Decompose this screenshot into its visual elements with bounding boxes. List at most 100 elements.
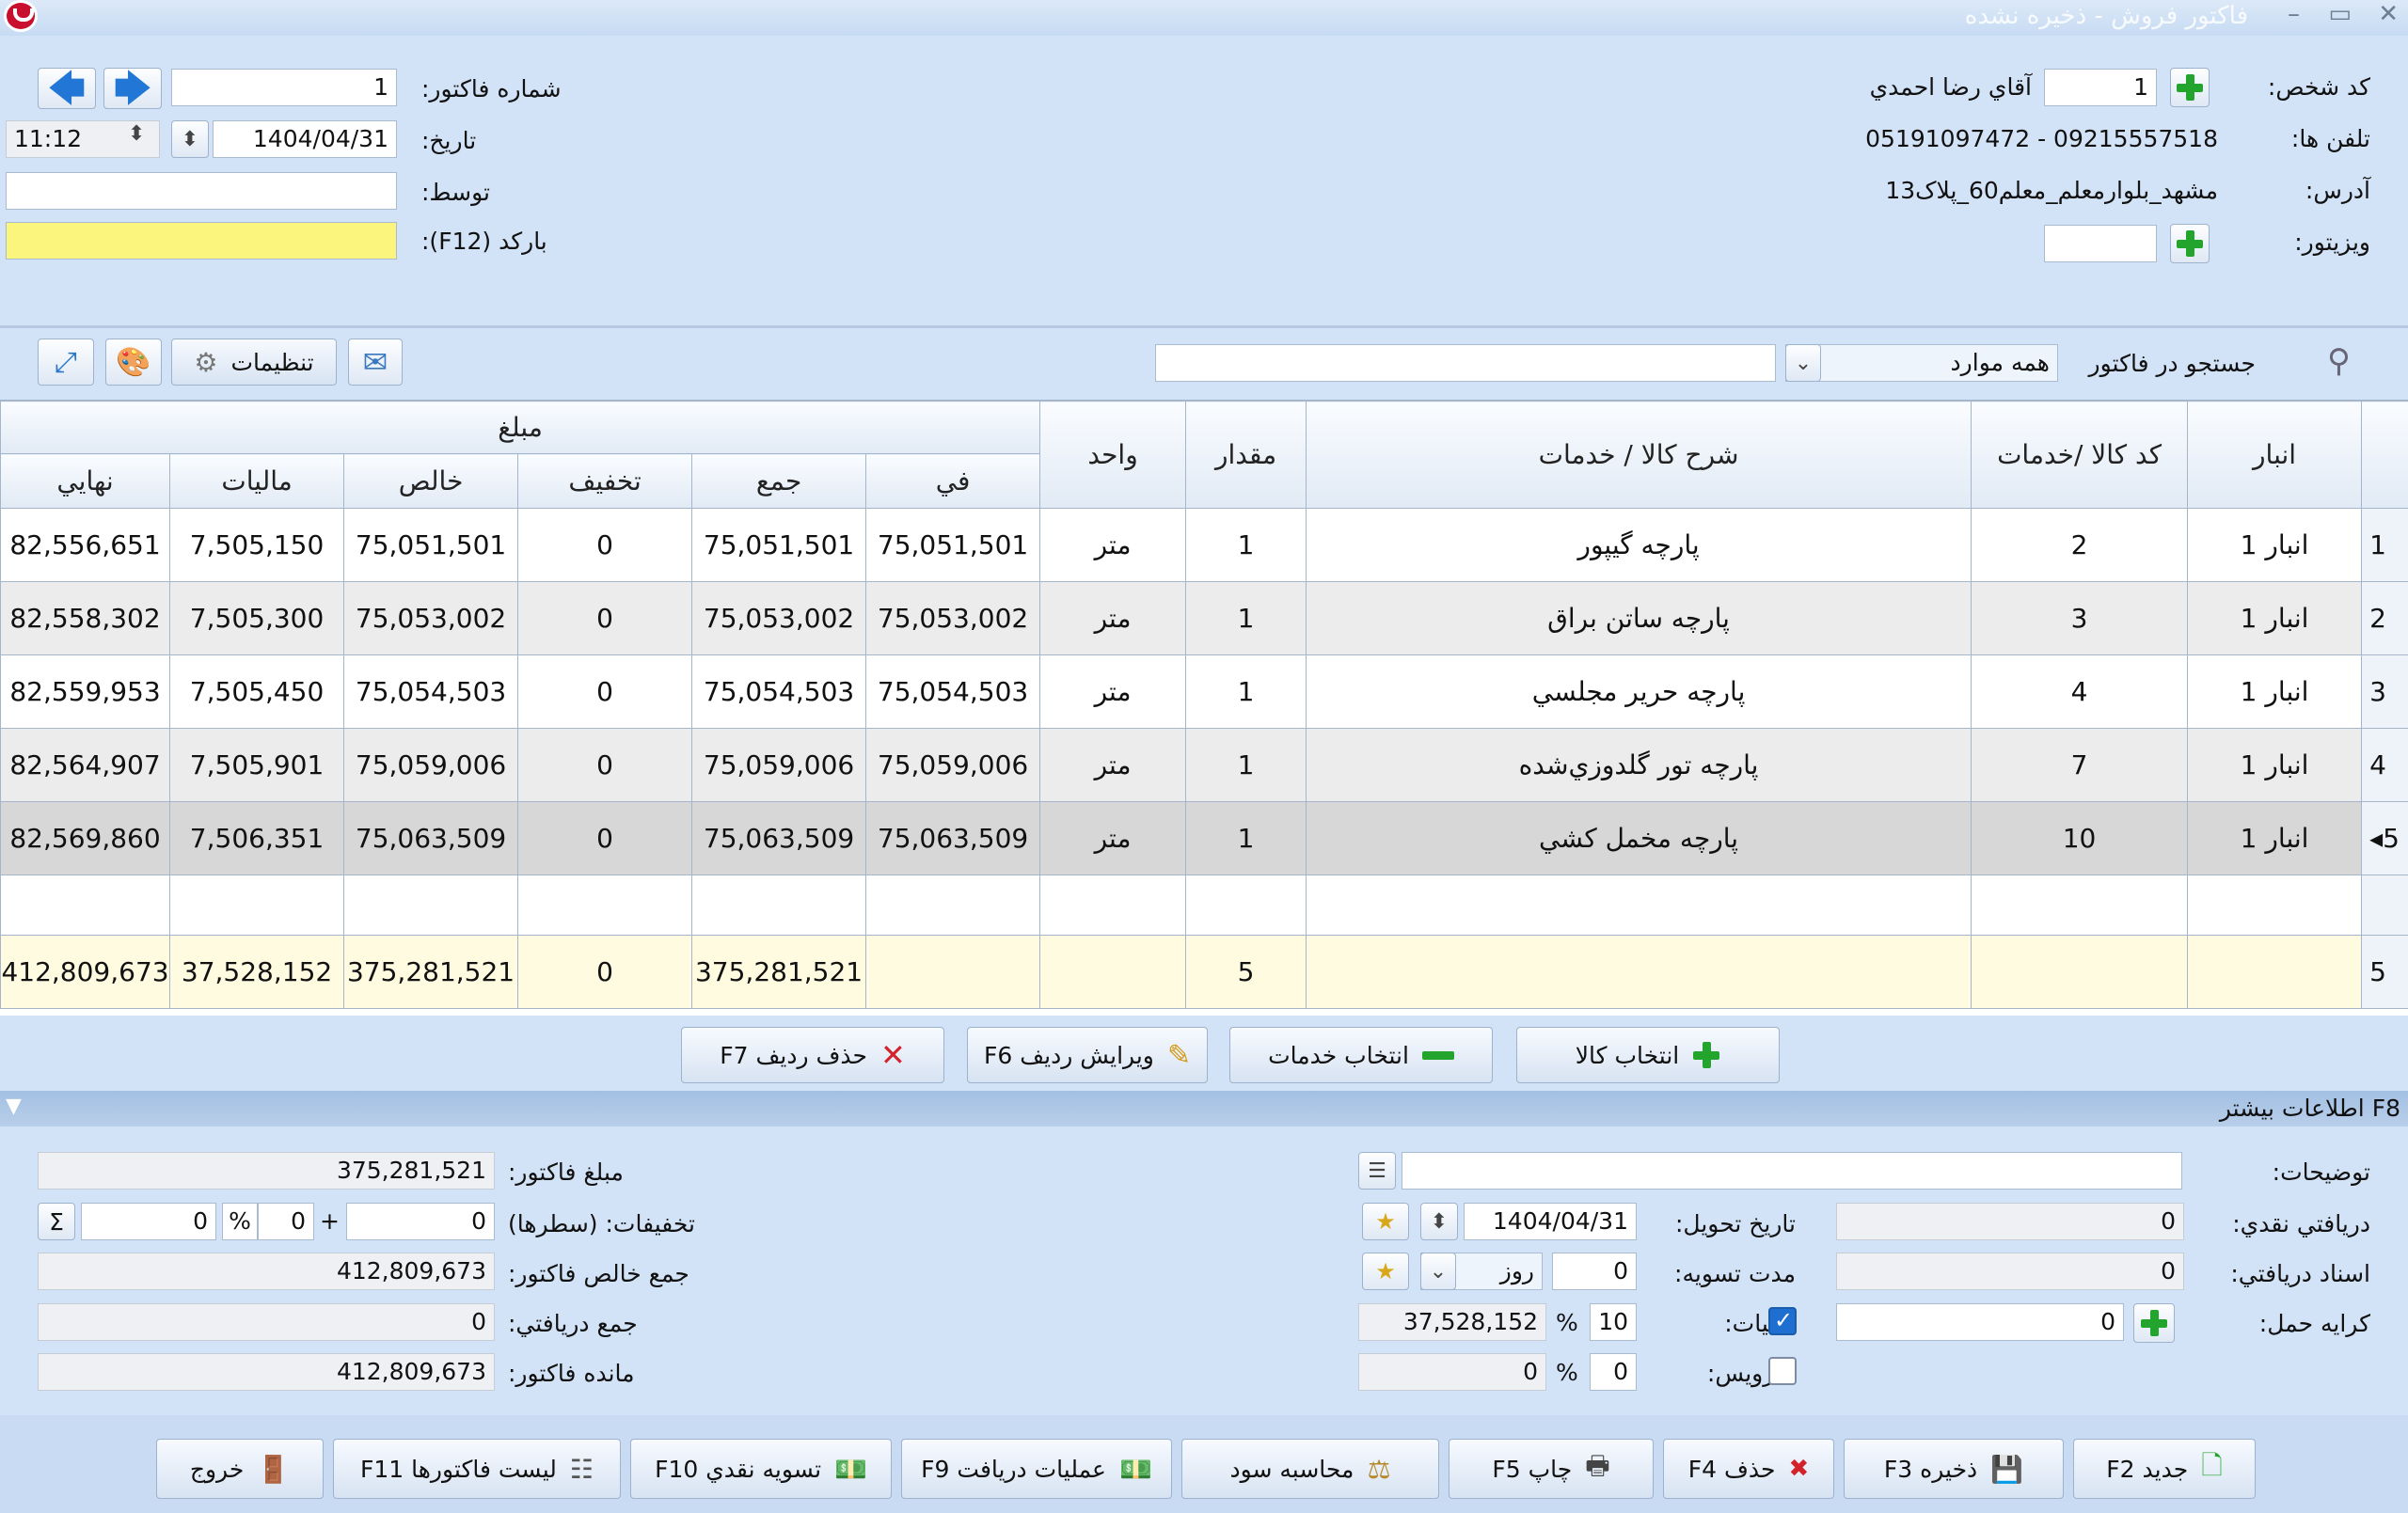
notes-field[interactable] bbox=[1402, 1152, 2182, 1190]
quantity-cell[interactable]: 1 bbox=[1185, 581, 1307, 655]
code-cell[interactable]: 2 bbox=[1971, 508, 2189, 582]
invoice-list-button[interactable]: ☷ لیست فاکتورها F11 bbox=[333, 1439, 621, 1499]
final-header[interactable]: نهايي bbox=[0, 453, 171, 509]
final-cell[interactable]: 82,559,953 bbox=[0, 654, 171, 729]
search-input[interactable] bbox=[1155, 344, 1776, 382]
tax-cell[interactable]: 7,505,300 bbox=[169, 581, 345, 655]
sum-cell[interactable]: 75,051,501 bbox=[691, 508, 867, 582]
sum-cell[interactable]: 75,053,002 bbox=[691, 581, 867, 655]
unit-cell[interactable]: متر bbox=[1039, 581, 1187, 655]
description-cell[interactable]: پارچه ساتن براق bbox=[1306, 581, 1972, 655]
row-number[interactable]: 2 bbox=[2361, 581, 2408, 655]
discount-cell[interactable]: 0 bbox=[517, 508, 693, 582]
settle-period-field[interactable]: 0 bbox=[1552, 1253, 1637, 1290]
tax-percent-field[interactable]: 10 bbox=[1590, 1303, 1637, 1341]
empty-cell[interactable] bbox=[1971, 875, 2189, 936]
cash-received-field[interactable]: 0 bbox=[1836, 1203, 2184, 1240]
new-invoice-button[interactable]: 🗋 جدید F2 bbox=[2073, 1439, 2256, 1499]
description-cell[interactable]: پارچه گیپور bbox=[1306, 508, 1972, 582]
unit-price-cell[interactable]: 75,053,002 bbox=[865, 581, 1041, 655]
empty-cell[interactable] bbox=[169, 875, 345, 936]
discount-cell[interactable]: 0 bbox=[517, 581, 693, 655]
description-cell[interactable]: پارچه تور گلدوزي‌شده bbox=[1306, 728, 1972, 802]
previous-invoice-button[interactable]: 🡄 bbox=[38, 68, 96, 109]
add-visitor-button[interactable] bbox=[2170, 224, 2210, 263]
sum-header[interactable]: جمع bbox=[691, 453, 867, 509]
barcode-input[interactable] bbox=[6, 222, 397, 260]
description-cell[interactable]: پارچه مخمل کشي bbox=[1306, 801, 1972, 875]
quantity-cell[interactable]: 1 bbox=[1185, 728, 1307, 802]
description-cell[interactable]: پارچه حریر مجلسي bbox=[1306, 654, 1972, 729]
save-button[interactable]: 💾 ذخیره F3 bbox=[1844, 1439, 2064, 1499]
unit-cell[interactable]: متر bbox=[1039, 508, 1187, 582]
date-spinner[interactable]: ⬍ bbox=[171, 120, 209, 158]
unit-price-cell[interactable]: 75,063,509 bbox=[865, 801, 1041, 875]
select-services-button[interactable]: انتخاب خدمات bbox=[1229, 1027, 1493, 1083]
tax-checkbox[interactable] bbox=[1768, 1307, 1797, 1335]
discount-percent-field[interactable]: 0 bbox=[258, 1203, 314, 1240]
empty-cell[interactable] bbox=[865, 875, 1041, 936]
tax-cell[interactable]: 7,505,901 bbox=[169, 728, 345, 802]
docs-received-field[interactable]: 0 bbox=[1836, 1253, 2184, 1290]
invoice-number-field[interactable]: 1 bbox=[171, 69, 397, 106]
empty-cell[interactable] bbox=[2361, 875, 2408, 936]
shipping-field[interactable]: 0 bbox=[1836, 1303, 2124, 1341]
close-button[interactable]: ✕ bbox=[2378, 0, 2399, 28]
final-cell[interactable]: 82,556,651 bbox=[0, 508, 171, 582]
net-cell[interactable]: 75,059,006 bbox=[343, 728, 519, 802]
discount-extra-field[interactable]: 0 bbox=[81, 1203, 216, 1240]
net-cell[interactable]: 75,053,002 bbox=[343, 581, 519, 655]
sum-cell[interactable]: 75,063,509 bbox=[691, 801, 867, 875]
sum-cell[interactable]: 75,059,006 bbox=[691, 728, 867, 802]
tax-cell[interactable]: 7,506,351 bbox=[169, 801, 345, 875]
net-cell[interactable]: 75,063,509 bbox=[343, 801, 519, 875]
visitor-field[interactable] bbox=[2044, 225, 2157, 262]
unit-price-header[interactable]: في bbox=[865, 453, 1041, 509]
settle-calendar-button[interactable]: ★ bbox=[1362, 1253, 1409, 1290]
code-cell[interactable]: 3 bbox=[1971, 581, 2189, 655]
edit-row-button[interactable]: ✎ ویرایش ردیف F6 bbox=[967, 1027, 1208, 1083]
service-percent-field[interactable]: 0 bbox=[1590, 1353, 1637, 1391]
discount-cell[interactable]: 0 bbox=[517, 728, 693, 802]
description-header[interactable]: شرح کالا / خدمات bbox=[1306, 401, 1972, 509]
unit-price-cell[interactable]: 75,059,006 bbox=[865, 728, 1041, 802]
restore-button[interactable]: ▭ bbox=[2328, 0, 2352, 28]
code-cell[interactable]: 7 bbox=[1971, 728, 2189, 802]
delivery-calendar-button[interactable]: ★ bbox=[1362, 1203, 1409, 1240]
row-number[interactable]: 1 bbox=[2361, 508, 2408, 582]
search-icon[interactable]: ⚲ bbox=[2327, 342, 2351, 380]
warehouse-cell[interactable]: انبار 1 bbox=[2187, 801, 2363, 875]
email-button[interactable]: ✉ bbox=[348, 339, 403, 386]
profit-calc-button[interactable]: ⚖ محاسبه سود bbox=[1181, 1439, 1439, 1499]
sum-discounts-button[interactable]: Σ bbox=[38, 1203, 75, 1240]
cash-settle-button[interactable]: 💵 تسویه نقدي F10 bbox=[630, 1439, 892, 1499]
service-checkbox[interactable] bbox=[1768, 1357, 1797, 1385]
exit-button[interactable]: 🚪 خروج bbox=[156, 1439, 324, 1499]
warehouse-cell[interactable]: انبار 1 bbox=[2187, 654, 2363, 729]
unit-header[interactable]: واحد bbox=[1039, 401, 1187, 509]
delete-row-button[interactable]: ✕ حذف ردیف F7 bbox=[681, 1027, 944, 1083]
table-row[interactable]: ◂5 انبار 1 10 پارچه مخمل کشي 1 متر 75,063,509 7… bbox=[0, 801, 2408, 875]
code-cell[interactable]: 10 bbox=[1971, 801, 2189, 875]
row-number[interactable]: ◂5 bbox=[2361, 801, 2408, 875]
final-cell[interactable]: 82,569,860 bbox=[0, 801, 171, 875]
warehouse-header[interactable]: انبار bbox=[2187, 401, 2363, 509]
empty-cell[interactable] bbox=[2187, 875, 2363, 936]
warehouse-cell[interactable]: انبار 1 bbox=[2187, 581, 2363, 655]
warehouse-cell[interactable]: انبار 1 bbox=[2187, 508, 2363, 582]
empty-cell[interactable] bbox=[1039, 875, 1187, 936]
unit-cell[interactable]: متر bbox=[1039, 654, 1187, 729]
by-field[interactable] bbox=[6, 172, 397, 210]
discount-header[interactable]: تخفيف bbox=[517, 453, 693, 509]
quantity-cell[interactable]: 1 bbox=[1185, 654, 1307, 729]
chevron-down-icon[interactable]: ⌄ bbox=[1785, 344, 1821, 382]
sum-cell[interactable]: 75,054,503 bbox=[691, 654, 867, 729]
notes-list-button[interactable]: ☰ bbox=[1358, 1152, 1396, 1190]
minimize-button[interactable]: – bbox=[2288, 0, 2300, 28]
empty-row[interactable] bbox=[0, 875, 2408, 936]
table-row[interactable]: 1 انبار 1 2 پارچه گیپور 1 متر 75,051,501 75,051… bbox=[0, 508, 2408, 582]
date-field[interactable]: 1404/04/31 bbox=[213, 120, 397, 158]
quantity-header[interactable]: مقدار bbox=[1185, 401, 1307, 509]
discount-cell[interactable]: 0 bbox=[517, 654, 693, 729]
unit-cell[interactable]: متر bbox=[1039, 801, 1187, 875]
